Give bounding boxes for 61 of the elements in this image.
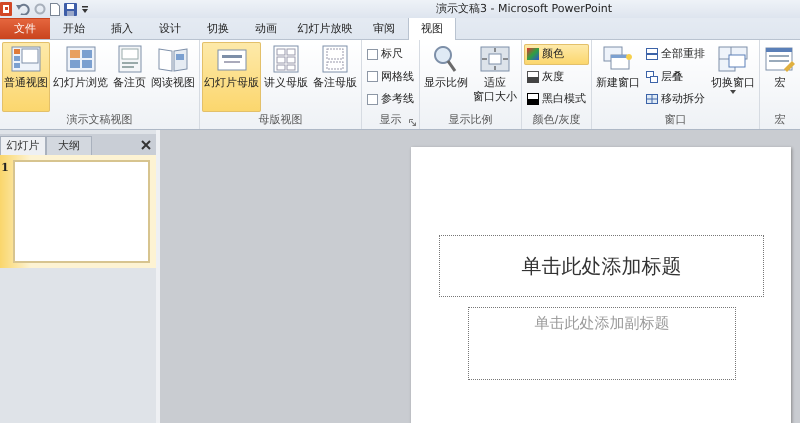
panel-tab[interactable]: 大纲 — [46, 136, 92, 155]
window-title: 演示文稿3 - Microsoft PowerPoint — [436, 1, 612, 17]
group-label: 显示 — [380, 112, 402, 128]
cascade-icon — [646, 70, 658, 83]
ribbon-tab[interactable]: 切换 — [194, 18, 242, 39]
group-label: 演示文稿视图 — [66, 112, 132, 128]
ribbon-button[interactable]: 全部重排 — [643, 44, 708, 64]
ribbon-button[interactable]: 适应 窗口大小 — [471, 42, 519, 112]
ribbon-button[interactable]: 新建窗口 — [594, 42, 642, 112]
checkbox[interactable]: 标尺 — [364, 44, 417, 64]
switch-windows-icon — [717, 45, 749, 73]
move-split-icon — [646, 93, 658, 106]
ribbon-button[interactable]: 颜色 — [524, 44, 589, 64]
group-label: 母版视图 — [258, 112, 302, 128]
ribbon-button[interactable]: 备注母版 — [311, 42, 359, 112]
panel-tab[interactable]: 幻灯片 — [0, 136, 46, 155]
ribbon-button[interactable]: 显示比例 — [422, 42, 470, 112]
ribbon-button[interactable]: 普通视图 — [2, 42, 50, 112]
ribbon-button[interactable]: 备注页 — [111, 42, 148, 112]
group-label: 显示比例 — [448, 112, 492, 128]
ribbon-tab[interactable]: 审阅 — [360, 18, 408, 39]
ribbon-button[interactable]: 切换窗口 — [709, 42, 757, 112]
ribbon-tab[interactable]: 插入 — [98, 18, 146, 39]
group-label: 窗口 — [664, 112, 686, 128]
save-icon[interactable] — [64, 2, 77, 16]
ribbon-button[interactable]: 黑白模式 — [524, 89, 589, 110]
ribbon-tab[interactable]: 文件 — [0, 18, 50, 39]
slide-sorter-icon — [64, 45, 96, 73]
slide-number: 1 — [0, 160, 10, 176]
ribbon-button[interactable]: 幻灯片母版 — [202, 42, 261, 112]
group-label: 宏 — [774, 112, 786, 128]
customize-icon[interactable] — [81, 3, 89, 15]
ribbon-tab[interactable]: 视图 — [408, 17, 456, 40]
dialog-launcher-icon[interactable] — [409, 119, 416, 126]
checkbox[interactable]: 网格线 — [364, 66, 417, 87]
ribbon-button[interactable]: 讲义母版 — [262, 42, 310, 112]
ribbon-button[interactable]: 层叠 — [643, 66, 708, 87]
new-file-icon[interactable] — [50, 2, 60, 16]
ribbon-tab[interactable]: 动画 — [242, 18, 290, 39]
ribbon-tab[interactable]: 幻灯片放映 — [290, 18, 360, 39]
app-icon — [0, 2, 12, 16]
grayscale-icon — [527, 70, 539, 83]
group-label: 颜色/灰度 — [532, 112, 580, 128]
checkbox[interactable]: 参考线 — [364, 89, 417, 110]
normal-view-icon — [10, 45, 42, 73]
color-icon — [527, 48, 539, 60]
close-icon[interactable] — [141, 140, 151, 150]
monochrome-icon — [527, 93, 539, 106]
ribbon-button[interactable]: 移动拆分 — [643, 89, 708, 110]
ribbon-button[interactable]: 宏 — [762, 42, 798, 112]
arrange-all-icon — [646, 48, 658, 60]
ribbon-button[interactable]: 灰度 — [524, 66, 589, 87]
title-placeholder[interactable]: 单击此处添加标题 — [439, 235, 764, 297]
ribbon-button[interactable]: 幻灯片浏览 — [51, 42, 110, 112]
undo-icon[interactable] — [16, 3, 30, 15]
ribbon-tab[interactable]: 开始 — [50, 18, 98, 39]
fit-window-icon — [479, 45, 511, 73]
ribbon-button[interactable]: 阅读视图 — [149, 42, 197, 112]
ribbon-tab[interactable]: 设计 — [146, 18, 194, 39]
macro-icon — [764, 45, 796, 73]
slide-thumbnail[interactable] — [13, 160, 150, 263]
